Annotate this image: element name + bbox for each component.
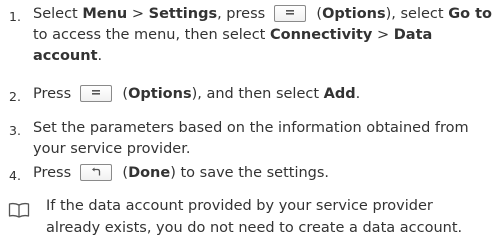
text-run: ( [117, 165, 129, 181]
text-run: > [372, 27, 394, 43]
text-run: ), select [385, 6, 449, 22]
step-number: 1. [9, 9, 21, 24]
options-key-icon [273, 5, 306, 22]
step-number: 4. [9, 168, 21, 183]
done-key-icon [79, 164, 112, 181]
connectivity-label: Connectivity [269, 27, 373, 43]
add-label: Add [323, 86, 356, 102]
text-run: Press [33, 165, 76, 181]
options-label: Options [322, 6, 386, 22]
menu-label: Menu [82, 6, 128, 22]
text-run: ) to save the settings. [170, 165, 330, 181]
step-number: 3. [9, 123, 21, 138]
go-to-label: Go to [448, 6, 493, 22]
text-run: > [127, 6, 149, 22]
text-line: If the data account provided by your ser… [46, 198, 433, 214]
text-line: already exists, you do not need to creat… [46, 220, 463, 236]
step-text: Select Menu > Settings, press (Options),… [33, 4, 493, 67]
text-run: , press [217, 6, 270, 22]
step-text: Set the parameters based on the informat… [33, 118, 493, 160]
text-run: Select [33, 6, 83, 22]
data-label: Data [393, 27, 433, 43]
text-run: . [97, 48, 103, 64]
text-run: ( [311, 6, 323, 22]
step-number: 2. [9, 89, 21, 104]
text-run: Press [33, 86, 76, 102]
text-run: . [355, 86, 361, 102]
account-label: account [33, 48, 98, 64]
note-text: If the data account provided by your ser… [46, 195, 494, 239]
book-icon [8, 202, 30, 222]
text-run: to access the menu, then select [33, 27, 270, 43]
text-run: ( [117, 86, 129, 102]
step-text: Press (Options), and then select Add. [33, 84, 493, 105]
options-key-icon [79, 85, 112, 102]
done-label: Done [128, 165, 171, 181]
text-line: Set the parameters based on the informat… [33, 120, 469, 136]
options-label: Options [128, 86, 192, 102]
text-line: your service provider. [33, 141, 191, 157]
step-text: Press (Done) to save the settings. [33, 163, 493, 184]
text-run: ), and then select [191, 86, 324, 102]
settings-label: Settings [148, 6, 218, 22]
